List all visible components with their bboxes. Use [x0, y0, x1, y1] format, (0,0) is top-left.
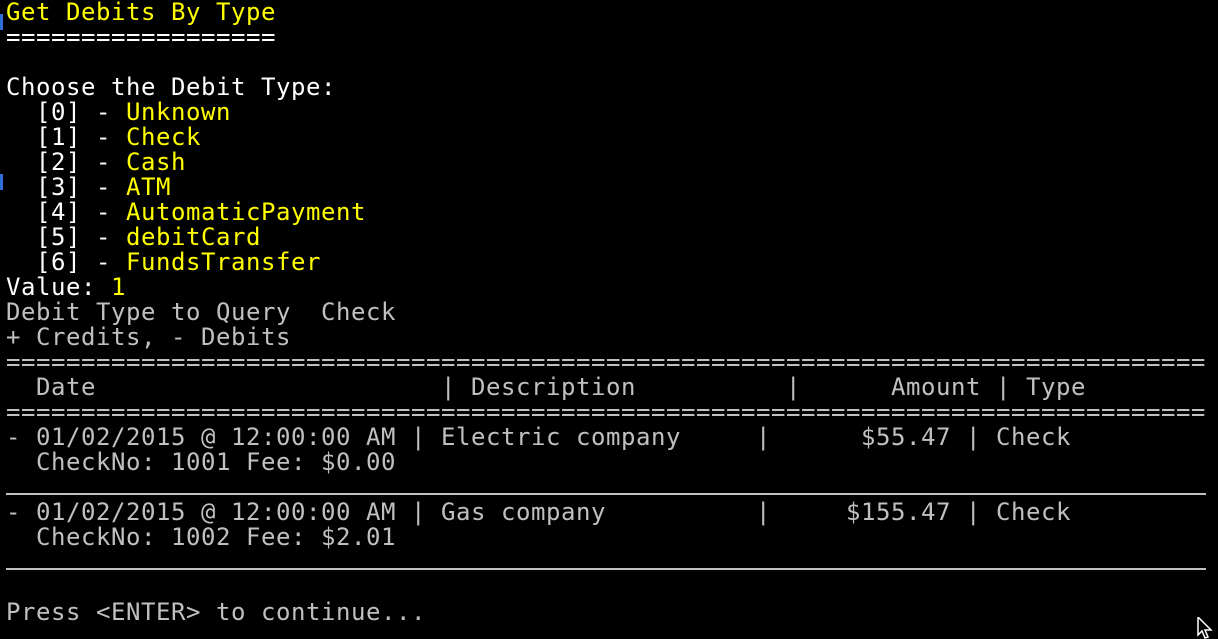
mouse-pointer-icon — [1197, 617, 1213, 639]
window-edge-marker — [0, 174, 3, 190]
row-separator — [6, 493, 1206, 495]
query-type-line: Debit Type to Query Check — [6, 298, 396, 326]
window-edge-marker — [0, 14, 3, 30]
credits-debits-legend: + Credits, - Debits — [6, 323, 291, 351]
row-separator — [6, 568, 1206, 570]
table-header: Date | Description | Amount | Type — [6, 373, 1086, 401]
menu-option-cash: [2] - Cash — [36, 148, 186, 176]
menu-option-funds-transfer: [6] - FundsTransfer — [36, 248, 321, 276]
menu-option-unknown: [0] - Unknown — [36, 98, 231, 126]
menu-option-automatic-payment: [4] - AutomaticPayment — [36, 198, 366, 226]
menu-option-check: [1] - Check — [36, 123, 201, 151]
title-underline: ================== — [6, 23, 276, 51]
table-top-rule: ========================================… — [6, 348, 1206, 376]
value-label: Value: — [6, 273, 111, 301]
menu-option-atm: [3] - ATM — [36, 173, 171, 201]
table-row-detail: CheckNo: 1001 Fee: $0.00 — [6, 448, 396, 476]
console-window[interactable]: Get Debits By Type ================== Ch… — [0, 0, 1218, 639]
table-header-rule: ========================================… — [6, 398, 1206, 426]
value-entered[interactable]: 1 — [111, 273, 126, 301]
table-row: - 01/02/2015 @ 12:00:00 AM | Electric co… — [6, 423, 1071, 451]
table-row: - 01/02/2015 @ 12:00:00 AM | Gas company… — [6, 498, 1071, 526]
menu-prompt: Choose the Debit Type: — [6, 73, 336, 101]
table-row-detail: CheckNo: 1002 Fee: $2.01 — [6, 523, 396, 551]
value-input-line[interactable]: Value: 1 — [6, 275, 126, 300]
continue-prompt: Press <ENTER> to continue... — [6, 598, 426, 626]
menu-option-debit-card: [5] - debitCard — [36, 223, 261, 251]
console-title: Get Debits By Type — [6, 0, 276, 26]
